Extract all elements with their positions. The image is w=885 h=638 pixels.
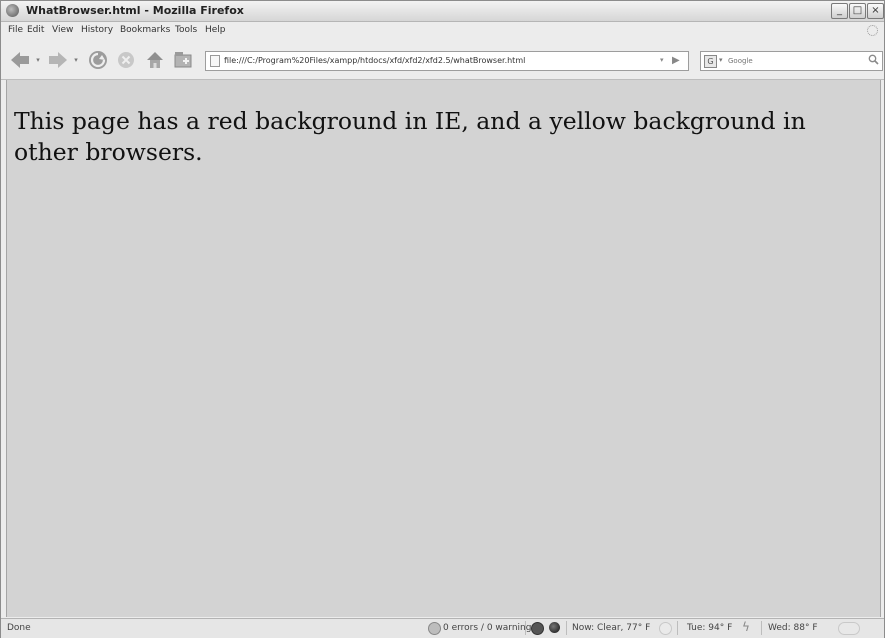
status-divider xyxy=(525,621,526,635)
forward-arrow-icon[interactable] xyxy=(47,49,69,71)
search-bar[interactable]: G ▾ xyxy=(700,51,883,71)
go-arrow-icon[interactable]: ▶ xyxy=(672,55,680,66)
menu-help[interactable]: Help xyxy=(205,25,226,35)
menu-view[interactable]: View xyxy=(52,25,73,35)
sun-weather-icon xyxy=(659,622,672,635)
search-engine-dropdown-icon[interactable]: ▾ xyxy=(719,56,723,64)
search-magnifier-icon[interactable] xyxy=(868,54,879,68)
weather-wednesday[interactable]: Wed: 88° F xyxy=(768,623,818,633)
window-title: WhatBrowser.html - Mozilla Firefox xyxy=(26,4,244,17)
menu-tools[interactable]: Tools xyxy=(175,25,197,35)
check-status-icon[interactable] xyxy=(531,622,544,635)
address-bar[interactable]: file:///C:/Program%20Files/xampp/htdocs/… xyxy=(205,51,689,71)
weather-tuesday[interactable]: Tue: 94° F xyxy=(687,623,732,633)
close-button[interactable]: × xyxy=(867,3,884,19)
menu-history[interactable]: History xyxy=(81,25,113,35)
title-bar: WhatBrowser.html - Mozilla Firefox _ □ × xyxy=(1,1,884,22)
status-divider xyxy=(761,621,762,635)
minimize-button[interactable]: _ xyxy=(831,3,848,19)
error-count[interactable]: 0 errors / 0 warnings xyxy=(443,623,536,633)
weather-now[interactable]: Now: Clear, 77° F xyxy=(572,623,650,633)
back-arrow-icon[interactable] xyxy=(9,49,31,71)
globe-icon[interactable] xyxy=(549,622,560,633)
menu-bar: File Edit View History Bookmarks Tools H… xyxy=(1,22,884,40)
status-divider xyxy=(677,621,678,635)
activity-throbber-icon xyxy=(867,25,878,36)
url-text[interactable]: file:///C:/Program%20Files/xampp/htdocs/… xyxy=(224,56,525,65)
back-history-dropdown-icon[interactable]: ▾ xyxy=(35,56,41,64)
error-console-icon[interactable] xyxy=(428,622,441,635)
url-history-dropdown-icon[interactable]: ▾ xyxy=(660,56,664,64)
status-divider xyxy=(566,621,567,635)
navigation-toolbar: ▾ ▾ file:///C:/Program%20Files/xampp/htd… xyxy=(1,42,884,80)
menu-file[interactable]: File xyxy=(8,25,23,35)
stop-icon[interactable] xyxy=(115,49,137,71)
menu-bookmarks[interactable]: Bookmarks xyxy=(120,25,170,35)
reload-icon[interactable] xyxy=(87,49,109,71)
menu-edit[interactable]: Edit xyxy=(27,25,44,35)
forward-history-dropdown-icon[interactable]: ▾ xyxy=(73,56,79,64)
browser-window: WhatBrowser.html - Mozilla Firefox _ □ ×… xyxy=(0,0,885,638)
home-icon[interactable] xyxy=(144,49,166,71)
status-bar: Done 0 errors / 0 warnings Now: Clear, 7… xyxy=(1,618,884,638)
status-text: Done xyxy=(7,623,31,633)
page-favicon-icon xyxy=(210,55,220,67)
thunderstorm-weather-icon: ϟ xyxy=(742,620,750,634)
search-input[interactable] xyxy=(728,53,854,68)
maximize-button[interactable]: □ xyxy=(849,3,866,19)
page-body-text: This page has a red background in IE, an… xyxy=(14,107,806,166)
new-tab-icon[interactable] xyxy=(172,49,194,71)
google-engine-icon[interactable]: G xyxy=(704,55,717,68)
firefox-logo-icon xyxy=(6,4,19,17)
page-content: This page has a red background in IE, an… xyxy=(6,80,881,617)
cloudy-weather-icon xyxy=(838,622,860,635)
